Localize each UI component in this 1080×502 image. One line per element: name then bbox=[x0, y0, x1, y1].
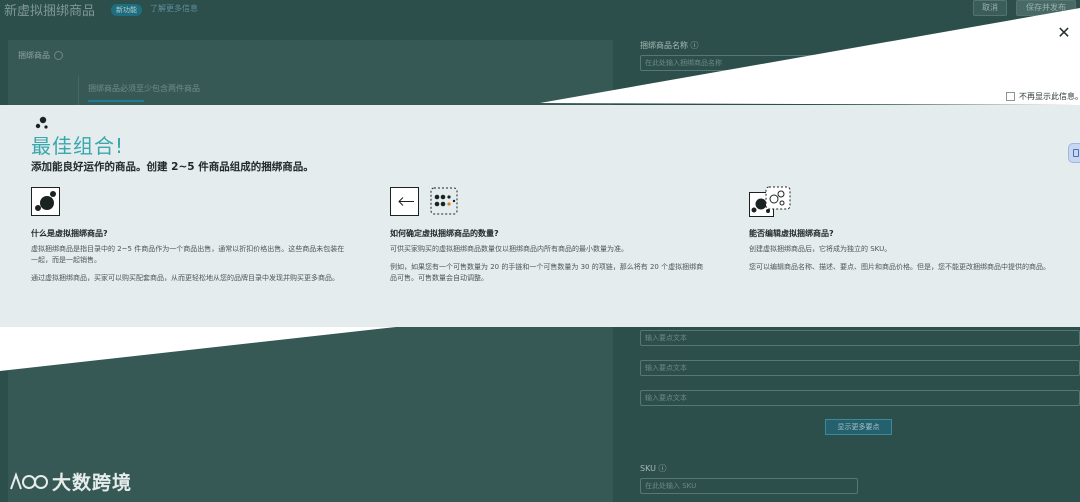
sku-section: SKU ⓘ 在此处输入 SKU bbox=[640, 463, 858, 494]
save-publish-button[interactable]: 保存并发布 bbox=[1016, 0, 1076, 16]
page-header: 新虚拟捆绑商品 新功能 了解更多信息 取消 保存并发布 bbox=[0, 0, 1080, 22]
bullet-point-input[interactable]: 输入要点文本 bbox=[640, 390, 1080, 406]
bundle-logo-icon bbox=[35, 116, 48, 129]
bundle-quantity-column: 如何确定虚拟捆绑商品的数量? 可供买家购买的虚拟捆绑商品数量仅以捆绑商品内所有商… bbox=[390, 186, 710, 291]
bundle-name-label: 捆绑商品名称 ⓘ bbox=[640, 41, 699, 50]
watermark-logo-icon bbox=[10, 471, 48, 489]
bundle-hint: 捆绑商品必须至少包含两件商品 bbox=[88, 84, 200, 93]
bundle-section-title: 捆绑商品 bbox=[18, 51, 50, 60]
column-heading: 什么是虚拟捆绑商品? bbox=[31, 229, 108, 238]
show-more-points-button[interactable]: 显示更多要点 bbox=[825, 419, 892, 435]
bundle-name-input[interactable]: 在此处输入捆绑商品名称 bbox=[640, 55, 1080, 71]
column-heading: 如何确定虚拟捆绑商品的数量? bbox=[390, 229, 499, 238]
bundle-name-title: 捆绑商品名称 bbox=[640, 41, 688, 50]
hint-underline bbox=[88, 100, 144, 102]
sku-input[interactable]: 在此处输入 SKU bbox=[640, 478, 858, 494]
bundle-section-label: 捆绑商品 bbox=[18, 50, 63, 61]
column-paragraph: 通过虚拟捆绑商品，买家可以购买配套商品，从而更轻松地从您的品牌目录中发现并购买更… bbox=[31, 274, 339, 282]
column-paragraph: 例如，如果您有一个可售数量为 20 的手链和一个可售数量为 30 的项链，那么将… bbox=[390, 263, 704, 282]
new-feature-badge: 新功能 bbox=[111, 4, 142, 16]
bullet-point-input[interactable]: 输入要点文本 bbox=[640, 360, 1080, 376]
bullet-point-input[interactable]: 输入要点文本 bbox=[640, 330, 1080, 346]
bullet-points-section: 输入要点文本 输入要点文本 输入要点文本 bbox=[640, 330, 1080, 420]
what-is-bundle-column: 什么是虚拟捆绑商品? 虚拟捆绑商品是指目录中的 2~5 件商品作为一个商品出售，… bbox=[31, 186, 351, 291]
column-paragraph: 创建虚拟捆绑商品后，它将成为独立的 SKU。 bbox=[749, 245, 892, 253]
edit-bundle-column: 能否编辑虚拟捆绑商品? 创建虚拟捆绑商品后，它将成为独立的 SKU。 您可以编辑… bbox=[749, 186, 1069, 280]
edit-bundle-icon bbox=[749, 186, 791, 217]
column-paragraph: 虚拟捆绑商品是指目录中的 2~5 件商品作为一个商品出售，通常以折扣价格出售。这… bbox=[31, 245, 345, 264]
checkbox-box[interactable] bbox=[1006, 92, 1015, 101]
learn-more-link[interactable]: 了解更多信息 bbox=[150, 3, 198, 14]
cancel-button[interactable]: 取消 bbox=[973, 0, 1007, 16]
page-title: 新虚拟捆绑商品 bbox=[4, 4, 96, 19]
hero-title: 最佳组合! bbox=[31, 134, 125, 158]
sku-title: SKU bbox=[640, 464, 656, 473]
sku-label: SKU ⓘ bbox=[640, 464, 667, 473]
bundle-dots-icon bbox=[31, 187, 60, 216]
column-paragraph: 可供买家购买的虚拟捆绑商品数量仅以捆绑商品内所有商品的最小数量为准。 bbox=[390, 245, 628, 253]
document-icon bbox=[1073, 149, 1079, 157]
side-feedback-tab[interactable] bbox=[1068, 143, 1080, 163]
column-heading: 能否编辑虚拟捆绑商品? bbox=[749, 229, 834, 238]
column-paragraph: 您可以编辑商品名称、描述、要点、图片和商品价格。但是，您不能更改捆绑商品中提供的… bbox=[749, 263, 1050, 271]
info-icon bbox=[54, 51, 63, 60]
dont-show-again-checkbox[interactable]: 不再显示此信息。 bbox=[1006, 91, 1080, 102]
bundle-name-section: 捆绑商品名称 ⓘ 在此处输入捆绑商品名称 bbox=[640, 40, 1080, 71]
close-icon[interactable]: ✕ bbox=[1056, 25, 1072, 41]
hero-subtitle: 添加能良好运作的商品。创建 2~5 件商品组成的捆绑商品。 bbox=[31, 161, 314, 173]
watermark-text: 大数跨境 bbox=[52, 472, 133, 494]
watermark: 大数跨境 bbox=[8, 468, 132, 495]
quantity-arrow-icon bbox=[390, 187, 458, 216]
dont-show-label: 不再显示此信息。 bbox=[1019, 92, 1080, 101]
